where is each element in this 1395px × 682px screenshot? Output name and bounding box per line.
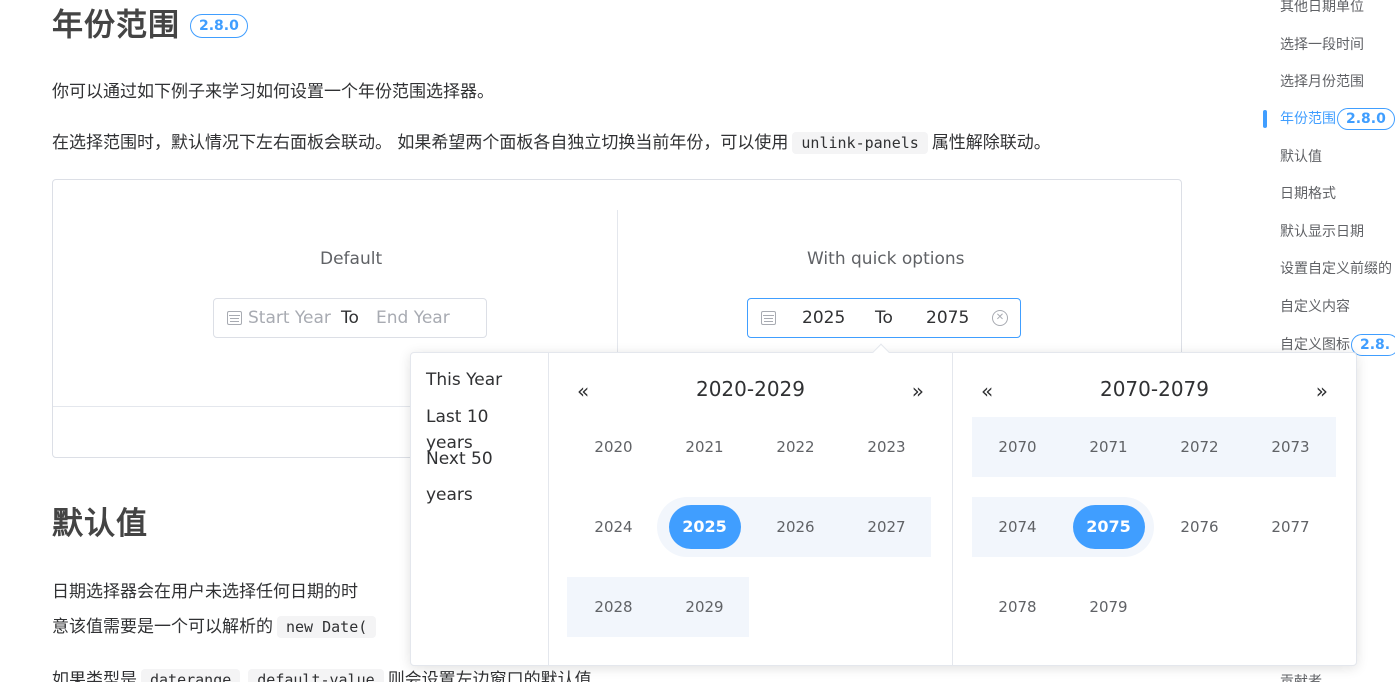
year-cell[interactable]: 2029 [659, 577, 750, 637]
shortcut-next-50-years[interactable]: Next 50 years [426, 441, 538, 513]
year-cell[interactable]: 2073 [1245, 417, 1336, 477]
year-cell-label: 2026 [776, 518, 815, 536]
year-cell-selected[interactable]: 2075 [1063, 497, 1154, 557]
calendar-icon [761, 311, 776, 325]
year-cell-label: 2072 [1180, 438, 1219, 456]
toc-item-other-date-units[interactable]: 其他日期单位 [1280, 0, 1364, 17]
desc-text-after: 属性解除联动。 [931, 133, 1051, 153]
next-decade-icon[interactable]: » [1316, 381, 1328, 401]
end-year-placeholder[interactable]: End Year [376, 307, 450, 329]
p3-text-after: 则会设置左边窗口的默认值 [387, 670, 592, 682]
year-cell[interactable]: 2070 [972, 417, 1063, 477]
year-cell[interactable]: 2028 [568, 577, 659, 637]
demo-label-quick-options: With quick options [807, 249, 965, 269]
inline-code-unlink-panels: unlink-panels [792, 132, 928, 154]
toc-item-default-display-date[interactable]: 默认显示日期 [1280, 222, 1364, 242]
intro-paragraph: 你可以通过如下例子来学习如何设置一个年份范围选择器。 [52, 82, 494, 102]
section-title-text: 年份范围 [52, 7, 180, 44]
toc-item-date-format[interactable]: 日期格式 [1280, 184, 1336, 204]
year-cell[interactable]: 2026 [750, 497, 841, 557]
year-cell-label: 2021 [685, 438, 724, 456]
inline-code-new-date: new Date( [277, 616, 377, 638]
start-year-value[interactable]: 2025 [802, 307, 845, 329]
year-cell-label: 2071 [1089, 438, 1128, 456]
year-cell[interactable]: 2020 [568, 417, 659, 477]
p3-text-before: 如果类型是 [52, 670, 137, 682]
year-cell-label: 2027 [867, 518, 906, 536]
toc-item-custom-content[interactable]: 自定义内容 [1280, 297, 1350, 317]
year-cell[interactable]: 2074 [972, 497, 1063, 557]
toc-item-contributors[interactable]: 贡献者 [1280, 672, 1322, 682]
toc-item-year-range[interactable]: 年份范围 2.8.0 [1280, 108, 1395, 130]
year-cell-label: 2078 [998, 598, 1037, 616]
year-cell-label: 2076 [1180, 518, 1219, 536]
picker-shortcuts-sidebar: This Year Last 10 years Next 50 years [411, 353, 549, 665]
year-cell-label: 2073 [1271, 438, 1310, 456]
toc-active-indicator [1263, 110, 1267, 128]
year-cell-label: 2020 [594, 438, 633, 456]
year-cell[interactable]: 2022 [750, 417, 841, 477]
year-cell-label: 2075 [1072, 505, 1145, 549]
end-year-value[interactable]: 2075 [926, 307, 969, 329]
year-cell[interactable]: 2023 [841, 417, 932, 477]
section-title-default-value: 默认值 [52, 506, 148, 542]
daterange-paragraph: 如果类型是 daterange default-value 则会设置左边窗口的默认值 [52, 667, 592, 682]
clear-icon[interactable]: ✕ [992, 310, 1008, 326]
range-separator: To [341, 308, 359, 328]
year-range-input-quick[interactable]: 2025 To 2075 ✕ [747, 298, 1021, 338]
range-separator: To [875, 308, 893, 328]
year-cell-label: 2077 [1271, 518, 1310, 536]
shortcut-this-year[interactable]: This Year [426, 367, 538, 393]
left-panel-header[interactable]: 2020-2029 [549, 377, 952, 401]
toc-item-month-range[interactable]: 选择月份范围 [1280, 72, 1364, 92]
picker-left-panel: « 2020-2029 » 2020 2021 2022 2023 2024 2025 20… [549, 353, 952, 665]
desc-paragraph: 在选择范围时，默认情况下左右面板会联动。 如果希望两个面板各自独立切换当前年份，… [52, 130, 1051, 156]
toc-item-select-range[interactable]: 选择一段时间 [1280, 35, 1364, 55]
toc-version-badge: 2.8.0 [1337, 108, 1395, 130]
start-year-placeholder[interactable]: Start Year [248, 307, 331, 329]
toc-item-label: 年份范围 [1280, 111, 1336, 127]
year-cell-label: 2074 [998, 518, 1037, 536]
year-cell-label: 2024 [594, 518, 633, 536]
desc-text-before: 在选择范围时，默认情况下左右面板会联动。 如果希望两个面板各自独立切换当前年份，… [52, 133, 789, 153]
year-range-input-default[interactable]: Start Year To End Year [213, 298, 487, 338]
year-cell[interactable]: 2079 [1063, 577, 1154, 637]
year-cell-label: 2029 [685, 598, 724, 616]
inline-code-daterange: daterange [141, 669, 241, 682]
year-cell[interactable]: 2076 [1154, 497, 1245, 557]
version-badge: 2.8.0 [190, 13, 248, 38]
toc-version-badge: 2.8. [1351, 334, 1395, 356]
calendar-icon [227, 311, 242, 325]
toc-item-label: 自定义图标 [1280, 337, 1350, 353]
year-cell-label: 2022 [776, 438, 815, 456]
year-cell[interactable]: 2024 [568, 497, 659, 557]
section-title-year-range: 年份范围 2.8.0 [52, 2, 248, 48]
year-cell-label: 2023 [867, 438, 906, 456]
next-decade-icon[interactable]: » [912, 381, 924, 401]
year-cell-label: 2028 [594, 598, 633, 616]
year-cell[interactable]: 2071 [1063, 417, 1154, 477]
demo-label-default: Default [320, 249, 383, 269]
inline-code-default-value: default-value [248, 669, 384, 682]
year-cell[interactable]: 2078 [972, 577, 1063, 637]
toc-item-custom-prefix[interactable]: 设置自定义前缀的 [1280, 259, 1395, 279]
right-panel-header[interactable]: 2070-2079 [953, 377, 1356, 401]
picker-right-panel: « 2070-2079 » 2070 2071 2072 2073 2074 2075 20… [952, 353, 1356, 665]
year-cell-label: 2079 [1089, 598, 1128, 616]
p2-text-before: 意该值需要是一个可以解析的 [52, 617, 273, 637]
default-value-paragraph-line2: 意该值需要是一个可以解析的 new Date( [52, 614, 380, 640]
year-cell[interactable]: 2021 [659, 417, 750, 477]
default-value-paragraph-line1: 日期选择器会在用户未选择任何日期的时 [52, 582, 358, 602]
year-cell-label: 2070 [998, 438, 1037, 456]
toc-item-default-value[interactable]: 默认值 [1280, 147, 1322, 167]
year-cell[interactable]: 2077 [1245, 497, 1336, 557]
year-cell[interactable]: 2072 [1154, 417, 1245, 477]
year-cell-selected[interactable]: 2025 [659, 497, 750, 557]
year-range-picker-popup: This Year Last 10 years Next 50 years « … [410, 352, 1357, 666]
year-cell-label: 2025 [668, 505, 741, 549]
year-cell[interactable]: 2027 [841, 497, 932, 557]
